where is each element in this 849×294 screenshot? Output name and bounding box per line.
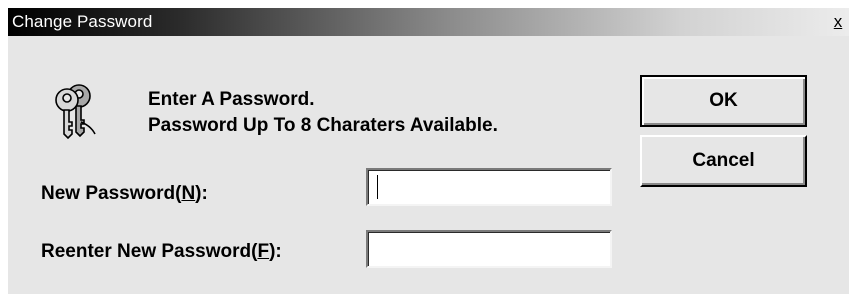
title-bar[interactable]: Change Password x — [8, 8, 849, 36]
reenter-password-label: Reenter New Password(F): — [41, 240, 282, 264]
prompt-text-line-2: Password Up To 8 Charaters Available. — [148, 115, 498, 136]
window-title: Change Password — [12, 12, 153, 31]
reenter-password-hotkey: F — [257, 241, 270, 262]
reenter-password-label-prefix: Reenter New Password( — [41, 241, 258, 262]
keys-icon — [55, 84, 96, 140]
new-password-label: New Password(N): — [41, 182, 208, 206]
reenter-password-input[interactable] — [366, 230, 612, 268]
new-password-input[interactable] — [366, 168, 612, 206]
change-password-dialog: Change Password x Enter A Password. Pass… — [8, 8, 849, 294]
reenter-password-label-suffix: ): — [269, 241, 282, 262]
cancel-button[interactable]: Cancel — [640, 135, 807, 187]
text-cursor — [377, 175, 378, 199]
ok-button[interactable]: OK — [640, 75, 807, 127]
new-password-label-suffix: ): — [195, 183, 208, 204]
new-password-hotkey: N — [181, 183, 196, 204]
close-icon[interactable]: x — [830, 13, 846, 31]
new-password-label-prefix: New Password( — [41, 183, 182, 204]
prompt-text-line-1: Enter A Password. — [148, 89, 315, 110]
